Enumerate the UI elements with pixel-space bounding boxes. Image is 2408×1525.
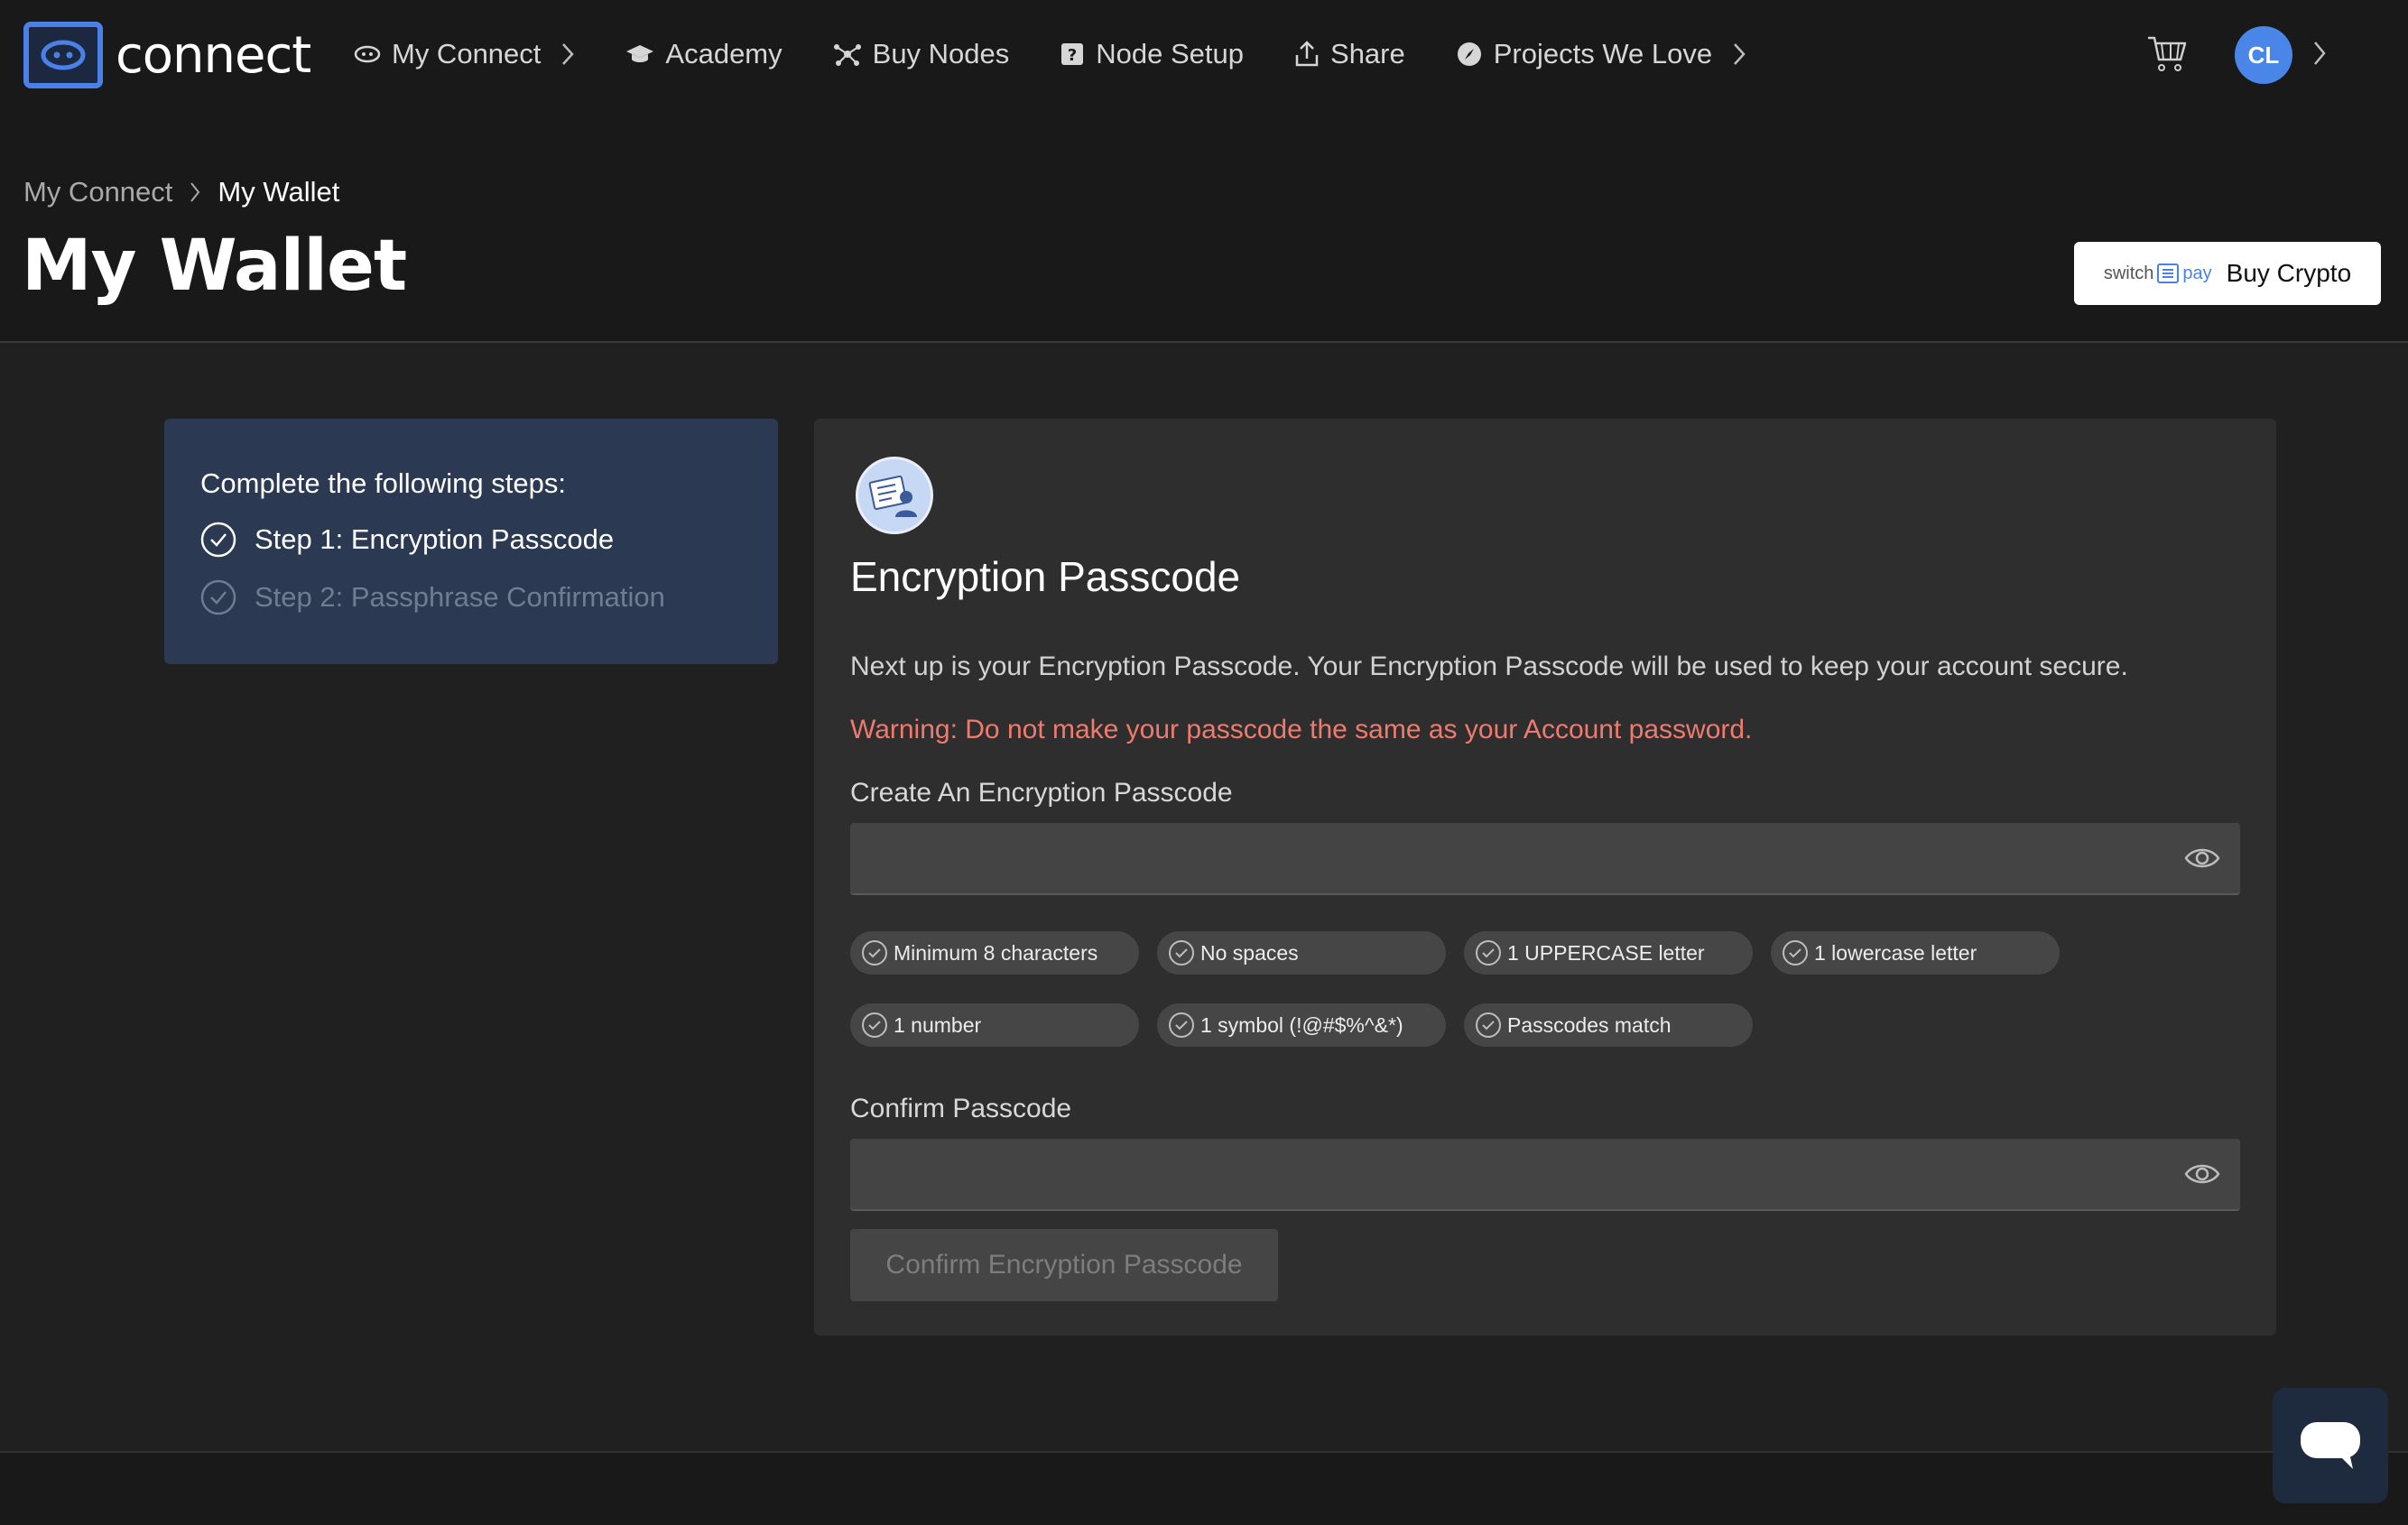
check-circle-icon xyxy=(200,579,236,615)
steps-title: Complete the following steps: xyxy=(200,467,566,499)
step-label: Step 1: Encryption Passcode xyxy=(255,523,615,555)
show-password-icon[interactable] xyxy=(2184,845,2220,872)
chevron-right-icon xyxy=(190,182,200,202)
page-title: My Wallet xyxy=(22,226,407,307)
chevron-right-icon xyxy=(562,43,575,65)
requirement-label: 1 number xyxy=(894,1012,982,1037)
brand-name: connect xyxy=(116,25,311,85)
check-circle-icon xyxy=(200,522,236,558)
check-circle-icon xyxy=(1169,940,1194,966)
requirement-label: 1 UPPERCASE letter xyxy=(1507,940,1705,965)
nav-item-share[interactable]: Share xyxy=(1294,38,1405,70)
requirement-chip: Minimum 8 characters xyxy=(850,931,1139,975)
confirm-encryption-passcode-button[interactable]: Confirm Encryption Passcode xyxy=(850,1229,1278,1301)
upload-icon xyxy=(1295,41,1319,67)
breadcrumb: My Connect My Wallet xyxy=(23,176,339,208)
step-2: Step 2: Passphrase Confirmation xyxy=(200,579,665,615)
confirm-passcode-input[interactable] xyxy=(850,1139,2240,1211)
requirement-chip: No spaces xyxy=(1157,931,1446,975)
svg-text:?: ? xyxy=(1068,46,1077,65)
check-circle-icon xyxy=(862,1012,887,1038)
section-description: Next up is your Encryption Passcode. You… xyxy=(850,652,2128,681)
requirement-chip: 1 lowercase letter xyxy=(1771,931,2060,975)
requirement-chip: 1 UPPERCASE letter xyxy=(1464,931,1753,975)
cart-icon[interactable] xyxy=(2146,34,2188,74)
breadcrumb-link-my-connect[interactable]: My Connect xyxy=(23,176,172,208)
avatar[interactable]: CL xyxy=(2235,26,2292,84)
requirement-chip: 1 symbol (!@#$%^&*) xyxy=(1157,1003,1446,1047)
requirement-chip: Passcodes match xyxy=(1464,1003,1753,1047)
nav-label: Projects We Love xyxy=(1493,38,1713,69)
confirm-passcode-label: Confirm Passcode xyxy=(850,1094,1072,1123)
switchpay-logo: switch pay xyxy=(2104,263,2212,284)
step-label: Step 2: Passphrase Confirmation xyxy=(255,581,665,613)
graduation-cap-icon xyxy=(626,45,654,62)
switchpay-suffix: pay xyxy=(2182,263,2212,283)
connect-logo[interactable]: connect xyxy=(23,22,311,88)
check-circle-icon xyxy=(862,940,887,966)
steps-panel: Complete the following steps: Step 1: En… xyxy=(164,419,778,664)
nodes-icon xyxy=(833,44,861,66)
requirement-label: No spaces xyxy=(1200,940,1299,965)
encryption-passcode-card: Encryption Passcode Next up is your Encr… xyxy=(814,419,2276,1336)
check-circle-icon xyxy=(1476,1012,1501,1038)
buy-crypto-label: Buy Crypto xyxy=(2226,259,2352,287)
nav-label: Academy xyxy=(665,38,783,69)
check-circle-icon xyxy=(1476,940,1501,966)
requirement-chip: 1 number xyxy=(850,1003,1139,1047)
section-title: Encryption Passcode xyxy=(850,553,1241,600)
requirement-label: Minimum 8 characters xyxy=(894,940,1098,965)
show-password-icon[interactable] xyxy=(2184,1160,2220,1188)
nav-label: My Connect xyxy=(392,38,542,69)
switchpay-mark-icon xyxy=(2157,263,2180,283)
chat-button[interactable] xyxy=(2273,1388,2388,1503)
chevron-right-icon[interactable] xyxy=(2312,40,2327,67)
footer xyxy=(0,1451,2408,1525)
nav-item-buy-nodes[interactable]: Buy Nodes xyxy=(833,38,1010,70)
requirement-label: 1 lowercase letter xyxy=(1814,940,1977,965)
top-nav-bar: connect My Connect Academy Buy Nodes ? N… xyxy=(0,0,2408,108)
eye-icon xyxy=(354,45,381,63)
requirement-label: 1 symbol (!@#$%^&*) xyxy=(1200,1012,1403,1037)
create-passcode-input[interactable] xyxy=(850,823,2240,895)
compass-icon xyxy=(1457,42,1481,66)
step-1: Step 1: Encryption Passcode xyxy=(200,522,614,558)
nav-item-my-connect[interactable]: My Connect xyxy=(354,38,575,70)
nav-item-node-setup[interactable]: ? Node Setup xyxy=(1060,38,1244,70)
nav-label: Node Setup xyxy=(1096,38,1245,69)
nav-item-academy[interactable]: Academy xyxy=(625,38,783,70)
nav-item-projects-we-love[interactable]: Projects We Love xyxy=(1456,38,1746,70)
requirement-label: Passcodes match xyxy=(1507,1012,1672,1037)
help-box-icon: ? xyxy=(1061,43,1084,65)
switchpay-prefix: switch xyxy=(2103,263,2154,283)
chat-bubble-icon xyxy=(2301,1422,2360,1469)
buy-crypto-button[interactable]: switch pay Buy Crypto xyxy=(2074,242,2381,305)
nav-label: Share xyxy=(1330,38,1405,69)
passcode-warning: Warning: Do not make your passcode the s… xyxy=(850,715,1753,744)
nav-label: Buy Nodes xyxy=(872,38,1010,69)
check-circle-icon xyxy=(1169,1012,1194,1038)
security-illustration-icon xyxy=(856,457,933,534)
create-passcode-label: Create An Encryption Passcode xyxy=(850,778,1233,808)
eye-logo-icon xyxy=(23,22,103,88)
check-circle-icon xyxy=(1783,940,1808,966)
page-header: My Connect My Wallet My Wallet switch pa… xyxy=(0,108,2408,343)
breadcrumb-current: My Wallet xyxy=(218,176,340,208)
main-nav: My Connect Academy Buy Nodes ? Node Setu… xyxy=(354,0,1797,108)
chevron-right-icon xyxy=(1734,43,1746,65)
